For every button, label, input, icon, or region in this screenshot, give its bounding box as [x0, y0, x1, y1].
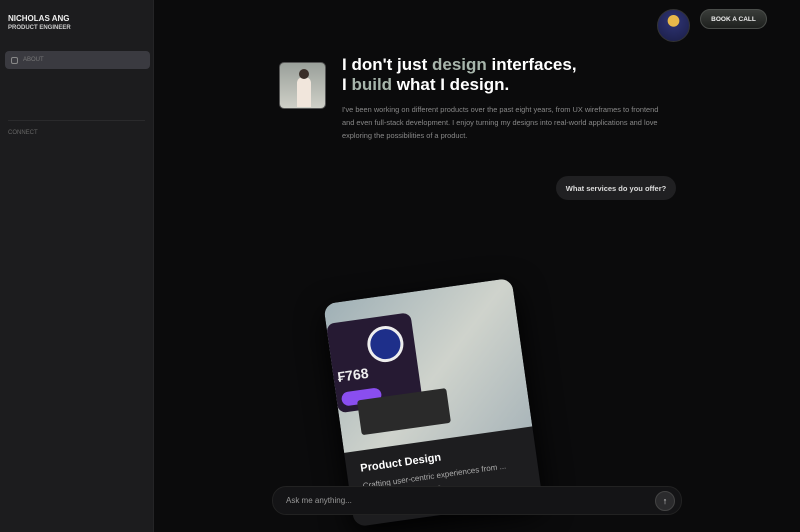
divider: [8, 120, 145, 121]
section-connect: CONNECT: [8, 130, 38, 136]
avatar[interactable]: [657, 9, 690, 42]
sidebar: NICHOLAS ANG PRODUCT ENGINEER ABOUT CONN…: [0, 0, 154, 532]
heading-text: what I design.: [392, 75, 510, 94]
chat-icon: [11, 56, 18, 64]
hero-heading: I don't just design interfaces, I build …: [342, 55, 577, 95]
book-call-button[interactable]: BOOK A CALL: [700, 9, 767, 29]
heading-accent: build: [351, 75, 393, 94]
chat-question-bubble[interactable]: What services do you offer?: [556, 176, 676, 200]
chat-input-bar: ↑: [272, 486, 682, 515]
sidebar-item-about[interactable]: ABOUT: [5, 51, 150, 69]
card-image: ₣768: [323, 277, 533, 453]
profile-photo: [279, 62, 326, 109]
arrow-up-icon: ↑: [662, 496, 668, 506]
bio-text: I've been working on different products …: [342, 105, 659, 140]
profile-name: NICHOLAS ANG: [8, 14, 70, 23]
sidebar-item-label: ABOUT: [23, 57, 44, 63]
send-button[interactable]: ↑: [655, 491, 675, 511]
ask-input[interactable]: [286, 496, 636, 505]
heading-text: I don't just: [342, 55, 432, 74]
profile-role: PRODUCT ENGINEER: [8, 25, 71, 31]
heading-text: interfaces,: [486, 55, 577, 74]
heading-accent: design: [431, 55, 487, 74]
